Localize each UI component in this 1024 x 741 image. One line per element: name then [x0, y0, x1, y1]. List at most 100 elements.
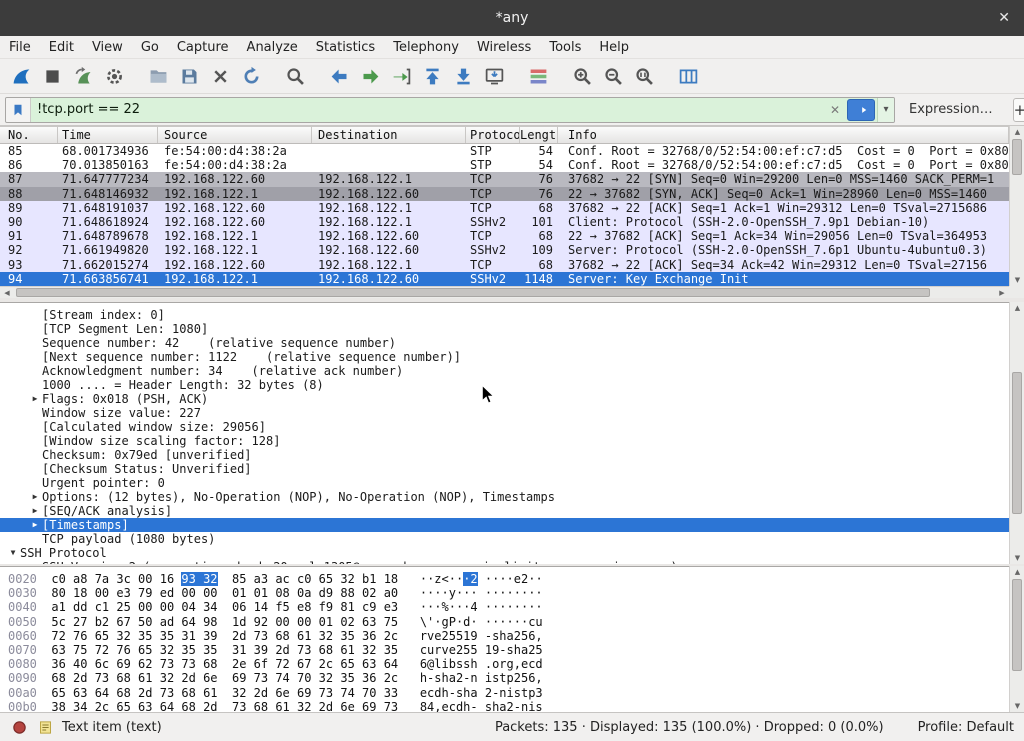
detail-line[interactable]: [Window size scaling factor: 128] — [0, 434, 1009, 448]
column-header-destination[interactable]: Destination — [312, 127, 466, 143]
scroll-right-icon[interactable]: ▶ — [995, 289, 1009, 297]
expert-info-button[interactable] — [10, 718, 28, 736]
profile-button[interactable]: Profile: Default — [918, 720, 1014, 735]
filter-bookmark-button[interactable] — [6, 98, 31, 122]
menu-item-view[interactable]: View — [83, 38, 132, 57]
resize-columns-button[interactable] — [673, 62, 704, 91]
detail-line[interactable]: ▶Options: (12 bytes), No-Operation (NOP)… — [0, 490, 1009, 504]
detail-line[interactable]: Acknowledgment number: 34 (relative ack … — [0, 364, 1009, 378]
menu-item-go[interactable]: Go — [132, 38, 168, 57]
packet-row[interactable]: 9171.648789678192.168.122.1192.168.122.6… — [0, 229, 1009, 243]
detail-line[interactable]: ▼SSH Protocol — [0, 546, 1009, 560]
column-header-source[interactable]: Source — [158, 127, 312, 143]
column-header-time[interactable]: Time — [58, 127, 158, 143]
colorize-button[interactable] — [523, 62, 554, 91]
zoom-in-button[interactable] — [567, 62, 598, 91]
find-packet-button[interactable] — [280, 62, 311, 91]
reload-button[interactable] — [236, 62, 267, 91]
detail-line[interactable]: TCP payload (1080 bytes) — [0, 532, 1009, 546]
scroll-down-icon[interactable]: ▼ — [1010, 552, 1024, 564]
menu-item-tools[interactable]: Tools — [540, 38, 590, 57]
scrollbar-thumb[interactable] — [1012, 139, 1022, 175]
packet-list-hscrollbar[interactable]: ◀ ▶ — [0, 286, 1009, 298]
packet-row[interactable]: 8568.001734936fe:54:00:d4:38:2aSTP54Conf… — [0, 144, 1009, 158]
menu-item-telephony[interactable]: Telephony — [384, 38, 468, 57]
hex-row[interactable]: 0070 63 75 72 76 65 32 35 35 31 39 2d 73… — [8, 643, 1009, 657]
column-header-no[interactable]: No. — [0, 127, 58, 143]
packet-row[interactable]: 9271.661949820192.168.122.1192.168.122.6… — [0, 243, 1009, 257]
display-filter-input[interactable] — [31, 102, 825, 117]
hex-row[interactable]: 0050 5c 27 b2 67 50 ad 64 98 1d 92 00 00… — [8, 615, 1009, 629]
hex-row[interactable]: 0040 a1 dd c1 25 00 00 04 34 06 14 f5 e8… — [8, 600, 1009, 614]
detail-line[interactable]: [Next sequence number: 1122 (relative se… — [0, 350, 1009, 364]
hex-row[interactable]: 0090 68 2d 73 68 61 32 2d 6e 69 73 74 70… — [8, 671, 1009, 685]
go-forward-button[interactable] — [355, 62, 386, 91]
open-file-button[interactable] — [143, 62, 174, 91]
capture-comment-button[interactable] — [36, 718, 54, 736]
packet-row[interactable]: 8771.647777234192.168.122.60192.168.122.… — [0, 172, 1009, 186]
detail-line[interactable]: Window size value: 227 — [0, 406, 1009, 420]
zoom-out-button[interactable] — [598, 62, 629, 91]
filter-apply-button[interactable] — [847, 99, 875, 121]
detail-line[interactable]: 1000 .... = Header Length: 32 bytes (8) — [0, 378, 1009, 392]
scrollbar-thumb[interactable] — [1012, 372, 1022, 514]
detail-line[interactable]: Urgent pointer: 0 — [0, 476, 1009, 490]
close-file-button[interactable] — [205, 62, 236, 91]
filter-clear-button[interactable]: ✕ — [825, 103, 845, 117]
detail-line[interactable]: ▶[Timestamps] — [0, 518, 1009, 532]
column-header-length[interactable]: Length — [520, 127, 558, 143]
capture-options-button[interactable] — [99, 62, 130, 91]
hex-row[interactable]: 0080 36 40 6c 69 62 73 73 68 2e 6f 72 67… — [8, 657, 1009, 671]
detail-line[interactable]: [TCP Segment Len: 1080] — [0, 322, 1009, 336]
scroll-up-icon[interactable]: ▲ — [1010, 302, 1024, 314]
menu-item-help[interactable]: Help — [590, 38, 638, 57]
expander-icon[interactable]: ▶ — [28, 504, 42, 518]
hex-row[interactable]: 0060 72 76 65 32 35 35 31 39 2d 73 68 61… — [8, 629, 1009, 643]
column-header-protocol[interactable]: Protocol — [466, 127, 520, 143]
packet-row[interactable]: 9071.648618924192.168.122.60192.168.122.… — [0, 215, 1009, 229]
expression-button[interactable]: Expression… — [901, 102, 1001, 117]
menu-item-statistics[interactable]: Statistics — [307, 38, 384, 57]
details-vscrollbar[interactable]: ▲ ▼ — [1009, 302, 1024, 564]
packet-row[interactable]: 9371.662015274192.168.122.60192.168.122.… — [0, 258, 1009, 272]
hscroll-track[interactable] — [14, 287, 995, 298]
expander-icon[interactable]: ▶ — [28, 392, 42, 406]
scroll-down-icon[interactable]: ▼ — [1010, 700, 1024, 712]
detail-line[interactable]: [Stream index: 0] — [0, 308, 1009, 322]
close-window-button[interactable]: ✕ — [994, 0, 1014, 36]
go-to-packet-button[interactable] — [386, 62, 417, 91]
zoom-reset-button[interactable] — [629, 62, 660, 91]
go-last-button[interactable] — [448, 62, 479, 91]
scroll-left-icon[interactable]: ◀ — [0, 289, 14, 297]
auto-scroll-button[interactable] — [479, 62, 510, 91]
hex-row[interactable]: 0020 c0 a8 7a 3c 00 16 93 32 85 a3 ac c0… — [8, 572, 1009, 586]
add-filter-button[interactable]: + — [1013, 98, 1024, 122]
filter-dropdown-button[interactable]: ▾ — [877, 98, 894, 122]
expander-icon[interactable]: ▶ — [28, 490, 42, 504]
menu-item-wireless[interactable]: Wireless — [468, 38, 540, 57]
packet-row[interactable]: 8670.013850163fe:54:00:d4:38:2aSTP54Conf… — [0, 158, 1009, 172]
start-capture-button[interactable] — [6, 62, 37, 91]
scrollbar-thumb[interactable] — [1012, 579, 1022, 671]
hex-row[interactable]: 00b0 38 34 2c 65 63 64 68 2d 73 68 61 32… — [8, 700, 1009, 712]
expander-icon[interactable]: ▶ — [28, 518, 42, 532]
display-filter-field[interactable]: ✕ ▾ — [5, 97, 895, 123]
restart-capture-button[interactable] — [68, 62, 99, 91]
detail-line[interactable]: [Calculated window size: 29056] — [0, 420, 1009, 434]
hex-vscrollbar[interactable]: ▲ ▼ — [1009, 566, 1024, 712]
go-first-button[interactable] — [417, 62, 448, 91]
menu-item-edit[interactable]: Edit — [40, 38, 83, 57]
packet-row[interactable]: 8871.648146932192.168.122.1192.168.122.6… — [0, 187, 1009, 201]
save-file-button[interactable] — [174, 62, 205, 91]
menu-item-analyze[interactable]: Analyze — [238, 38, 307, 57]
scroll-up-icon[interactable]: ▲ — [1010, 566, 1024, 578]
detail-line[interactable]: ▶Flags: 0x018 (PSH, ACK) — [0, 392, 1009, 406]
scroll-down-icon[interactable]: ▼ — [1010, 274, 1024, 286]
detail-line[interactable]: [Checksum Status: Unverified] — [0, 462, 1009, 476]
menu-item-capture[interactable]: Capture — [168, 38, 238, 57]
detail-line[interactable]: Checksum: 0x79ed [unverified] — [0, 448, 1009, 462]
hscroll-thumb[interactable] — [16, 288, 930, 297]
title-bar[interactable]: *any ✕ — [0, 0, 1024, 36]
menu-item-file[interactable]: File — [0, 38, 40, 57]
hex-row[interactable]: 00a0 65 63 64 68 2d 73 68 61 32 2d 6e 69… — [8, 686, 1009, 700]
